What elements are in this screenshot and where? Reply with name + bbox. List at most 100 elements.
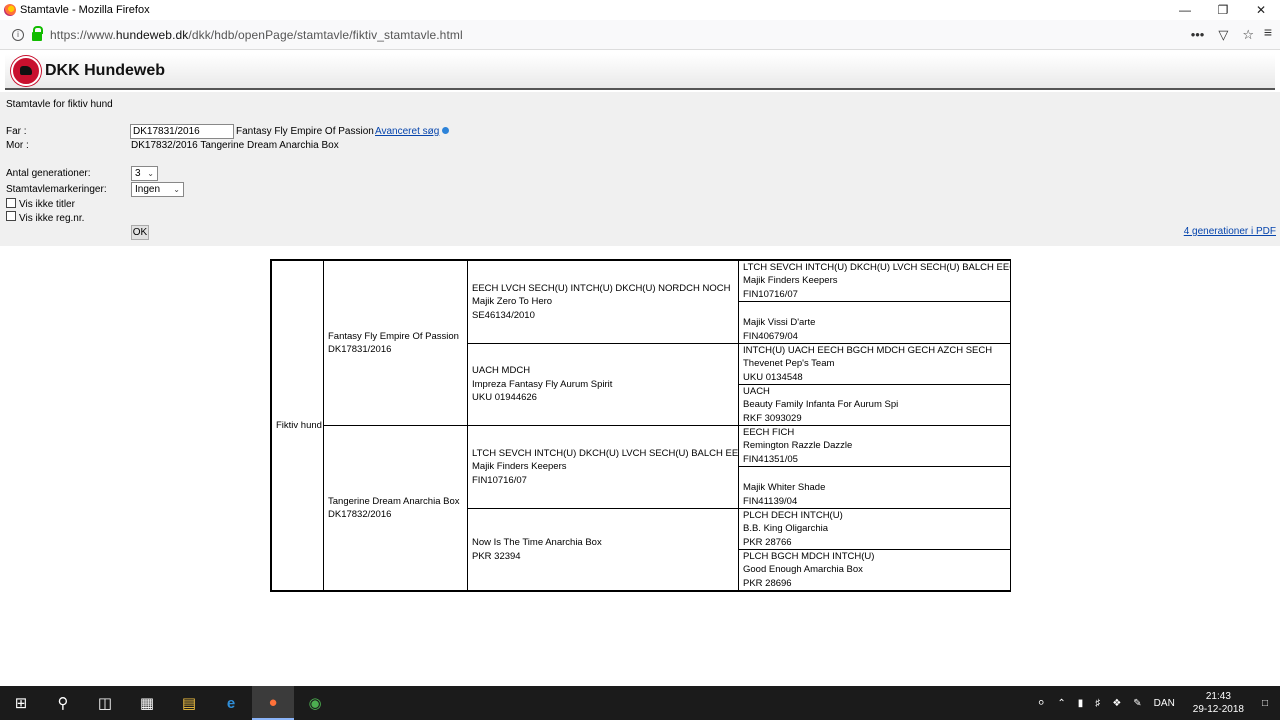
advanced-search-link[interactable]: Avanceret søg [375, 126, 439, 137]
mor-label: Mor : [6, 140, 29, 151]
generations-label: Antal generationer: [6, 168, 91, 179]
pocket-icon[interactable]: ▽ [1218, 27, 1228, 43]
markings-select[interactable]: Ingen ⌄ [131, 182, 184, 197]
markings-value: Ingen [135, 184, 161, 195]
ggp-regnr: FIN10716/07 [743, 288, 798, 300]
pen-icon[interactable]: ✎ [1133, 698, 1141, 709]
chevron-up-icon[interactable]: ⌃ [1057, 698, 1065, 709]
language-indicator[interactable]: DAN [1154, 698, 1175, 709]
root-name: Fiktiv hund [276, 419, 322, 431]
pdf-link[interactable]: 4 generationer i PDF [1184, 226, 1276, 237]
ggp-name: Beauty Family Infanta For Aurum Spi [743, 399, 899, 411]
ggp-regnr: RKF 3093029 [743, 412, 802, 424]
ggp-name: Majik Vissi D'arte [743, 317, 816, 328]
ggp-titles: UACH [743, 385, 770, 397]
gp-name: Majik Finders Keepers [472, 461, 567, 473]
great-grandparent-cell: PLCH BGCH MDCH INTCH(U) Good Enough Amar… [738, 549, 1011, 591]
windows-start-icon[interactable]: ⊞ [0, 686, 42, 720]
clock[interactable]: 21:43 29-12-2018 [1193, 690, 1244, 716]
url-field[interactable]: i https://www.hundeweb.dk/dkk/hdb/openPa… [4, 23, 1254, 47]
gp-regnr: FIN10716/07 [472, 474, 527, 486]
site-name[interactable]: DKK Hundeweb [45, 62, 165, 80]
markings-label: Stamtavlemarkeringer: [6, 184, 107, 195]
help-icon[interactable] [442, 127, 450, 134]
dropbox-icon[interactable]: ❖ [1112, 698, 1121, 709]
ok-button[interactable]: OK [131, 225, 149, 240]
window-titlebar: Stamtavle - Mozilla Firefox — ❐ ✕ [0, 0, 1280, 20]
ggp-name: Majik Whiter Shade [743, 482, 826, 493]
sire-cell: Fantasy Fly Empire Of Passion DK17831/20… [323, 260, 468, 426]
ggp-regnr: PKR 28696 [743, 577, 792, 589]
great-grandparent-cell: PLCH DECH INTCH(U) B.B. King Oligarchia … [738, 508, 1011, 550]
ggp-titles: EECH FICH [743, 426, 795, 438]
people-icon[interactable]: ⚪ [1037, 698, 1045, 709]
chevron-down-icon: ⌄ [147, 169, 154, 178]
hide-titles-label: Vis ikke titler [19, 199, 75, 210]
battery-icon[interactable]: ▮ [1078, 698, 1084, 709]
dkk-logo-icon[interactable] [11, 56, 41, 86]
gp-titles: UACH MDCH [472, 365, 531, 377]
great-grandparent-cell: INTCH(U) UACH EECH BGCH MDCH GECH AZCH S… [738, 343, 1011, 385]
grandparent-cell: LTCH SEVCH INTCH(U) DKCH(U) LVCH SECH(U)… [467, 425, 739, 509]
gp-titles: LTCH SEVCH INTCH(U) DKCH(U) LVCH SECH(U)… [472, 447, 739, 459]
minimize-icon[interactable]: — [1166, 0, 1204, 20]
close-icon[interactable]: ✕ [1242, 0, 1280, 20]
lock-icon[interactable] [32, 26, 43, 41]
ggp-regnr: PKR 28766 [743, 536, 792, 548]
calculator-icon[interactable]: ▦ [126, 686, 168, 720]
grandparent-cell: Now Is The Time Anarchia Box PKR 32394 [467, 508, 739, 591]
notification-icon[interactable]: □ [1262, 698, 1268, 709]
url-domain: hundeweb.dk [115, 27, 189, 42]
great-grandparent-cell: Majik Whiter Shade FIN41139/04 [738, 466, 1011, 509]
gp-name: Impreza Fantasy Fly Aurum Spirit [472, 378, 613, 390]
ggp-regnr: FIN40679/04 [743, 330, 798, 342]
gp-regnr: PKR 32394 [472, 550, 521, 562]
navigation-toolbar: i https://www.hundeweb.dk/dkk/hdb/openPa… [0, 20, 1280, 50]
mor-value: DK17832/2016 Tangerine Dream Anarchia Bo… [131, 140, 339, 151]
firefox-taskbar-icon[interactable]: ● [252, 686, 294, 720]
search-icon[interactable]: ⚲ [42, 686, 84, 720]
ggp-titles: INTCH(U) UACH EECH BGCH MDCH GECH AZCH S… [743, 344, 993, 356]
ggp-titles: LTCH SEVCH INTCH(U) DKCH(U) LVCH SECH(U)… [743, 261, 1011, 273]
volume-icon[interactable]: ♯ [1095, 698, 1100, 709]
grandparent-cell: UACH MDCH Impreza Fantasy Fly Aurum Spir… [467, 343, 739, 426]
ggp-regnr: FIN41351/05 [743, 453, 798, 465]
hamburger-menu-icon[interactable]: ≡ [1264, 24, 1272, 40]
hide-regnr-checkbox[interactable] [6, 211, 16, 221]
dam-name: Tangerine Dream Anarchia Box [328, 495, 460, 507]
info-icon[interactable]: i [12, 28, 24, 41]
bookmark-star-icon[interactable]: ☆ [1242, 27, 1254, 43]
far-label: Far : [6, 126, 27, 137]
page-actions-icon[interactable]: ••• [1191, 27, 1205, 42]
chrome-icon[interactable]: ◉ [294, 686, 336, 720]
hide-titles-checkbox[interactable] [6, 198, 16, 208]
ggp-regnr: FIN41139/04 [743, 495, 798, 507]
site-header: DKK Hundeweb [5, 54, 1275, 90]
file-explorer-icon[interactable]: ▤ [168, 686, 210, 720]
clock-date: 29-12-2018 [1192, 704, 1244, 715]
advanced-search-link-wrap: Avanceret søg [375, 126, 450, 137]
gp-name: Majik Zero To Hero [472, 296, 553, 308]
hide-regnr-label: Vis ikke reg.nr. [19, 213, 85, 224]
url-actions: ••• ▽ ☆ [1191, 23, 1254, 47]
far-input[interactable] [130, 124, 234, 139]
pedigree-form: Stamtavle for fiktiv hund Far : Fantasy … [0, 92, 1280, 246]
grandparent-cell: EECH LVCH SECH(U) INTCH(U) DKCH(U) NORDC… [467, 260, 739, 344]
gp-titles: EECH LVCH SECH(U) INTCH(U) DKCH(U) NORDC… [472, 282, 731, 294]
task-view-icon[interactable]: ◫ [84, 686, 126, 720]
far-name: Fantasy Fly Empire Of Passion [236, 126, 374, 137]
restore-icon[interactable]: ❐ [1204, 0, 1242, 20]
generations-select[interactable]: 3 ⌄ [131, 166, 158, 181]
great-grandparent-cell: LTCH SEVCH INTCH(U) DKCH(U) LVCH SECH(U)… [738, 260, 1011, 302]
gp-regnr: UKU 01944626 [472, 392, 537, 404]
form-heading: Stamtavle for fiktiv hund [6, 99, 113, 110]
ggp-titles: PLCH DECH INTCH(U) [743, 509, 843, 521]
edge-icon[interactable]: e [210, 686, 252, 720]
gp-regnr: SE46134/2010 [472, 309, 535, 321]
pedigree-root-cell: Fiktiv hund [271, 260, 324, 591]
ggp-name: Majik Finders Keepers [743, 275, 838, 287]
url-text[interactable]: https://www.hundeweb.dk/dkk/hdb/openPage… [50, 28, 463, 42]
dam-cell: Tangerine Dream Anarchia Box DK17832/201… [323, 425, 468, 591]
generations-value: 3 [135, 168, 141, 179]
chevron-down-icon: ⌄ [173, 185, 180, 194]
